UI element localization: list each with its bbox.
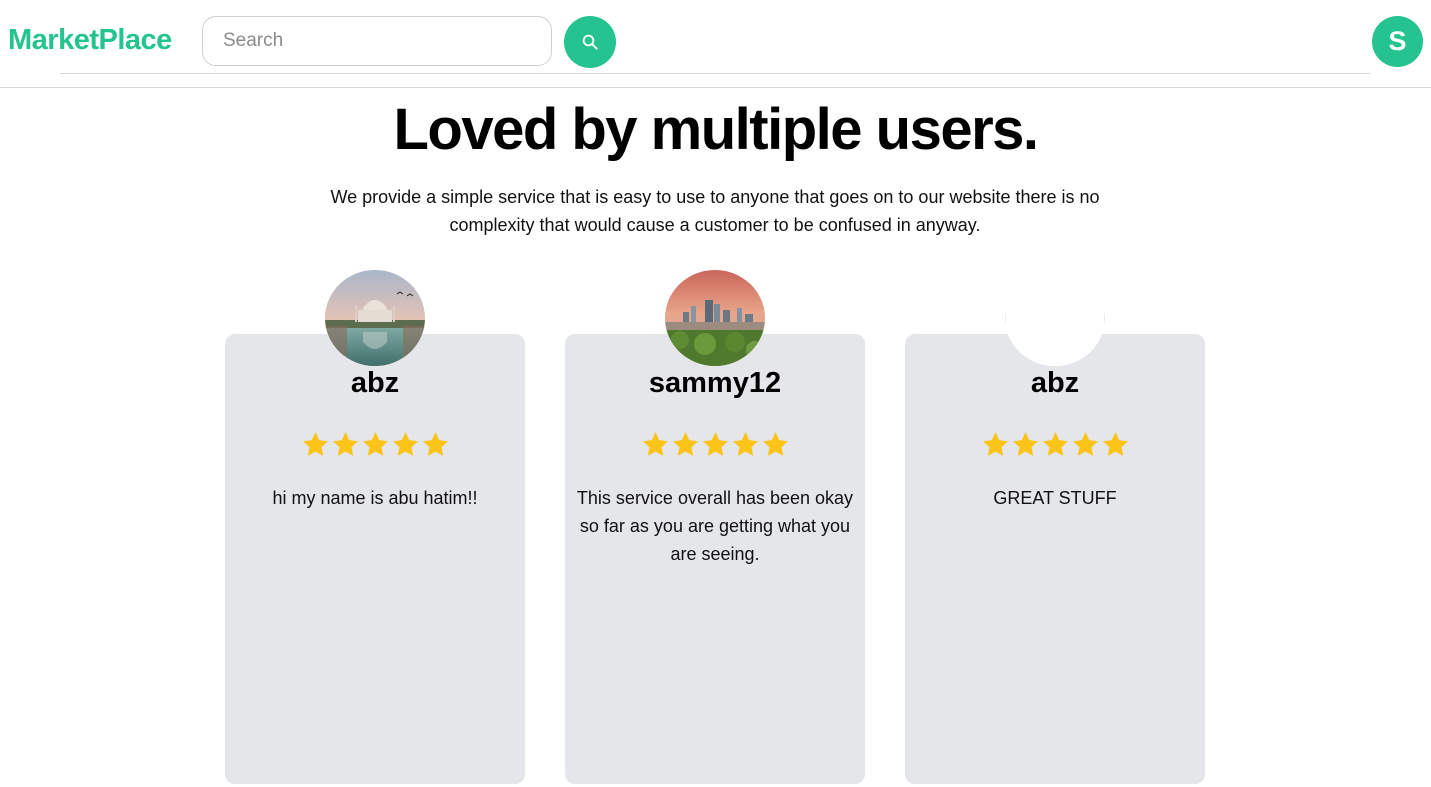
reviewer-name: abz (350, 367, 400, 399)
star-rating (905, 430, 1205, 459)
star-rating (225, 430, 525, 459)
star-icon (762, 432, 788, 456)
star-rating (565, 430, 865, 459)
city-skyline-photo (665, 270, 765, 366)
star-icon (702, 432, 728, 456)
review-card: sammy12 This service overall has been ok… (565, 270, 865, 784)
star-icon (1102, 432, 1128, 456)
star-icon (362, 432, 388, 456)
star-icon (732, 432, 758, 456)
star-icon (672, 432, 698, 456)
search-icon (582, 34, 598, 50)
review-text: This service overall has been okay so fa… (576, 488, 854, 564)
blank-photo (1005, 270, 1105, 366)
taj-mahal-photo (325, 270, 425, 366)
page-subtitle: We provide a simple service that is easy… (330, 187, 1100, 235)
search-button[interactable] (564, 16, 616, 68)
star-icon (1012, 432, 1038, 456)
star-icon (332, 432, 358, 456)
review-text: GREAT STUFF (993, 488, 1117, 508)
search-input[interactable] (202, 16, 552, 66)
star-icon (1042, 432, 1068, 456)
reviewer-name: abz (1030, 367, 1080, 399)
star-icon (422, 432, 448, 456)
review-text: hi my name is abu hatim!! (272, 488, 478, 508)
star-icon (302, 432, 328, 456)
star-icon (392, 432, 418, 456)
star-icon (642, 432, 668, 456)
page-title: Loved by multiple users. (393, 97, 1039, 162)
review-card: abz GREAT STUFF (905, 270, 1205, 784)
site-logo[interactable]: MarketPlace (8, 24, 172, 57)
review-card: abz hi my name is abu hatim!! (225, 270, 525, 784)
header-divider (60, 73, 1370, 74)
star-icon (1072, 432, 1098, 456)
top-navbar: MarketPlace S (0, 0, 1431, 88)
star-icon (982, 432, 1008, 456)
user-avatar[interactable]: S (1372, 16, 1423, 67)
reviewer-name: sammy12 (648, 367, 782, 399)
